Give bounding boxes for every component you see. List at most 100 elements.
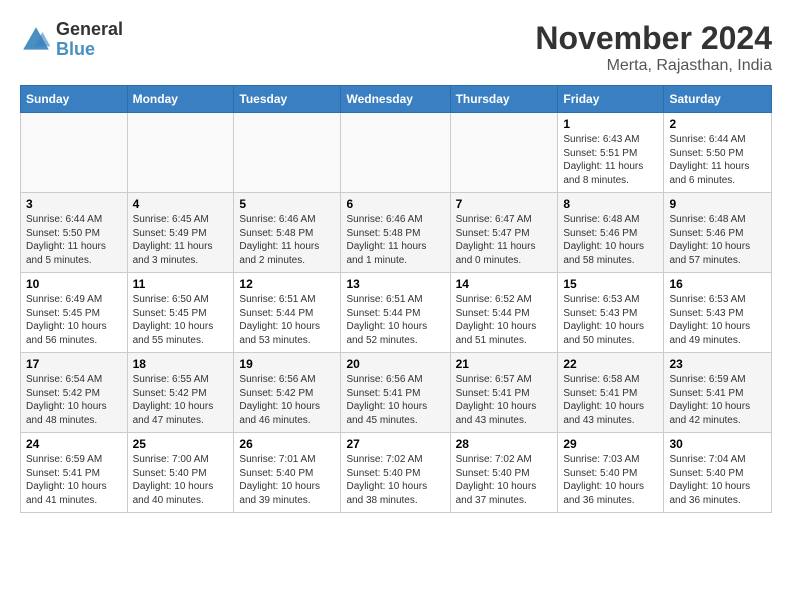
day-info: Sunrise: 6:58 AMSunset: 5:41 PMDaylight:… <box>563 373 658 427</box>
day-number: 9 <box>669 197 766 211</box>
day-info: Sunrise: 6:46 AMSunset: 5:48 PMDaylight:… <box>239 213 335 267</box>
calendar-week-row: 24 Sunrise: 6:59 AMSunset: 5:41 PMDayligh… <box>21 433 772 513</box>
day-number: 14 <box>456 277 553 291</box>
day-number: 17 <box>26 357 122 371</box>
calendar-cell: 26 Sunrise: 7:01 AMSunset: 5:40 PMDayligh… <box>234 433 341 513</box>
calendar-cell: 1Sunrise: 6:43 AMSunset: 5:51 PMDaylight… <box>558 113 664 193</box>
calendar-cell: 6Sunrise: 6:46 AMSunset: 5:48 PMDaylight… <box>341 193 450 273</box>
day-number: 4 <box>133 197 229 211</box>
day-number: 21 <box>456 357 553 371</box>
calendar-week-row: 3 Sunrise: 6:44 AMSunset: 5:50 PMDaylight… <box>21 193 772 273</box>
day-info: Sunrise: 6:59 AMSunset: 5:41 PMDaylight:… <box>669 373 766 427</box>
day-info: Sunrise: 6:47 AMSunset: 5:47 PMDaylight:… <box>456 213 553 267</box>
day-info: Sunrise: 6:44 AMSunset: 5:50 PMDaylight:… <box>26 213 122 267</box>
logo-text: General Blue <box>56 20 123 60</box>
page-title: November 2024 <box>535 20 772 57</box>
calendar-cell: 20 Sunrise: 6:56 AMSunset: 5:41 PMDayligh… <box>341 353 450 433</box>
day-number: 26 <box>239 437 335 451</box>
title-block: November 2024 Merta, Rajasthan, India <box>535 20 772 75</box>
weekday-header: Sunday <box>21 86 128 113</box>
calendar-cell: 13 Sunrise: 6:51 AMSunset: 5:44 PMDayligh… <box>341 273 450 353</box>
calendar-cell: 7 Sunrise: 6:47 AMSunset: 5:47 PMDaylight… <box>450 193 558 273</box>
day-number: 15 <box>563 277 658 291</box>
weekday-header: Friday <box>558 86 664 113</box>
day-number: 27 <box>346 437 444 451</box>
day-info: Sunrise: 7:03 AMSunset: 5:40 PMDaylight:… <box>563 453 658 507</box>
day-number: 3 <box>26 197 122 211</box>
calendar-cell: 28 Sunrise: 7:02 AMSunset: 5:40 PMDayligh… <box>450 433 558 513</box>
calendar-cell <box>127 113 234 193</box>
day-number: 13 <box>346 277 444 291</box>
day-info: Sunrise: 7:00 AMSunset: 5:40 PMDaylight:… <box>133 453 229 507</box>
day-info: Sunrise: 6:45 AMSunset: 5:49 PMDaylight:… <box>133 213 229 267</box>
day-number: 11 <box>133 277 229 291</box>
day-number: 28 <box>456 437 553 451</box>
day-info: Sunrise: 7:01 AMSunset: 5:40 PMDaylight:… <box>239 453 335 507</box>
day-info: Sunrise: 7:04 AMSunset: 5:40 PMDaylight:… <box>669 453 766 507</box>
day-number: 24 <box>26 437 122 451</box>
day-info: Sunrise: 6:52 AMSunset: 5:44 PMDaylight:… <box>456 293 553 347</box>
calendar-cell <box>450 113 558 193</box>
calendar-week-row: 1Sunrise: 6:43 AMSunset: 5:51 PMDaylight… <box>21 113 772 193</box>
logo-line1: General <box>56 20 123 40</box>
day-info: Sunrise: 6:53 AMSunset: 5:43 PMDaylight:… <box>669 293 766 347</box>
day-number: 20 <box>346 357 444 371</box>
day-number: 22 <box>563 357 658 371</box>
day-info: Sunrise: 7:02 AMSunset: 5:40 PMDaylight:… <box>456 453 553 507</box>
calendar-cell: 24 Sunrise: 6:59 AMSunset: 5:41 PMDayligh… <box>21 433 128 513</box>
calendar-cell: 30 Sunrise: 7:04 AMSunset: 5:40 PMDayligh… <box>664 433 772 513</box>
day-info: Sunrise: 6:59 AMSunset: 5:41 PMDaylight:… <box>26 453 122 507</box>
calendar-cell: 12 Sunrise: 6:51 AMSunset: 5:44 PMDayligh… <box>234 273 341 353</box>
calendar-cell <box>341 113 450 193</box>
day-info: Sunrise: 6:51 AMSunset: 5:44 PMDaylight:… <box>239 293 335 347</box>
page-subtitle: Merta, Rajasthan, India <box>535 57 772 75</box>
weekday-header: Tuesday <box>234 86 341 113</box>
calendar-cell: 17 Sunrise: 6:54 AMSunset: 5:42 PMDayligh… <box>21 353 128 433</box>
day-info: Sunrise: 6:51 AMSunset: 5:44 PMDaylight:… <box>346 293 444 347</box>
day-number: 18 <box>133 357 229 371</box>
calendar-cell: 3 Sunrise: 6:44 AMSunset: 5:50 PMDaylight… <box>21 193 128 273</box>
day-number: 30 <box>669 437 766 451</box>
day-number: 19 <box>239 357 335 371</box>
day-info: Sunrise: 6:54 AMSunset: 5:42 PMDaylight:… <box>26 373 122 427</box>
calendar-cell: 29 Sunrise: 7:03 AMSunset: 5:40 PMDayligh… <box>558 433 664 513</box>
day-info: Sunrise: 7:02 AMSunset: 5:40 PMDaylight:… <box>346 453 444 507</box>
logo-icon <box>20 24 52 56</box>
day-number: 29 <box>563 437 658 451</box>
day-info: Sunrise: 6:48 AMSunset: 5:46 PMDaylight:… <box>563 213 658 267</box>
day-info: Sunrise: 6:46 AMSunset: 5:48 PMDaylight:… <box>346 213 444 267</box>
weekday-header: Monday <box>127 86 234 113</box>
calendar-cell: 21 Sunrise: 6:57 AMSunset: 5:41 PMDayligh… <box>450 353 558 433</box>
calendar-week-row: 17 Sunrise: 6:54 AMSunset: 5:42 PMDayligh… <box>21 353 772 433</box>
calendar-table: SundayMondayTuesdayWednesdayThursdayFrid… <box>20 85 772 513</box>
day-info: Sunrise: 6:53 AMSunset: 5:43 PMDaylight:… <box>563 293 658 347</box>
day-info: Sunrise: 6:56 AMSunset: 5:42 PMDaylight:… <box>239 373 335 427</box>
day-info: Sunrise: 6:56 AMSunset: 5:41 PMDaylight:… <box>346 373 444 427</box>
day-number: 10 <box>26 277 122 291</box>
day-number: 1 <box>563 117 658 131</box>
calendar-cell: 14 Sunrise: 6:52 AMSunset: 5:44 PMDayligh… <box>450 273 558 353</box>
calendar-cell: 25 Sunrise: 7:00 AMSunset: 5:40 PMDayligh… <box>127 433 234 513</box>
day-info: Sunrise: 6:57 AMSunset: 5:41 PMDaylight:… <box>456 373 553 427</box>
logo-line2: Blue <box>56 40 123 60</box>
day-number: 25 <box>133 437 229 451</box>
day-number: 16 <box>669 277 766 291</box>
day-info: Sunrise: 6:44 AMSunset: 5:50 PMDaylight:… <box>669 133 766 187</box>
calendar-cell: 27 Sunrise: 7:02 AMSunset: 5:40 PMDayligh… <box>341 433 450 513</box>
calendar-cell <box>21 113 128 193</box>
day-info: Sunrise: 6:49 AMSunset: 5:45 PMDaylight:… <box>26 293 122 347</box>
weekday-header: Thursday <box>450 86 558 113</box>
calendar-cell: 23Sunrise: 6:59 AMSunset: 5:41 PMDayligh… <box>664 353 772 433</box>
weekday-header: Saturday <box>664 86 772 113</box>
calendar-cell: 9 Sunrise: 6:48 AMSunset: 5:46 PMDaylight… <box>664 193 772 273</box>
day-number: 7 <box>456 197 553 211</box>
day-number: 5 <box>239 197 335 211</box>
calendar-cell: 19 Sunrise: 6:56 AMSunset: 5:42 PMDayligh… <box>234 353 341 433</box>
day-info: Sunrise: 6:55 AMSunset: 5:42 PMDaylight:… <box>133 373 229 427</box>
calendar-cell: 5 Sunrise: 6:46 AMSunset: 5:48 PMDaylight… <box>234 193 341 273</box>
day-number: 12 <box>239 277 335 291</box>
calendar-week-row: 10 Sunrise: 6:49 AMSunset: 5:45 PMDayligh… <box>21 273 772 353</box>
day-info: Sunrise: 6:48 AMSunset: 5:46 PMDaylight:… <box>669 213 766 267</box>
calendar-cell: 16 Sunrise: 6:53 AMSunset: 5:43 PMDayligh… <box>664 273 772 353</box>
calendar-cell <box>234 113 341 193</box>
